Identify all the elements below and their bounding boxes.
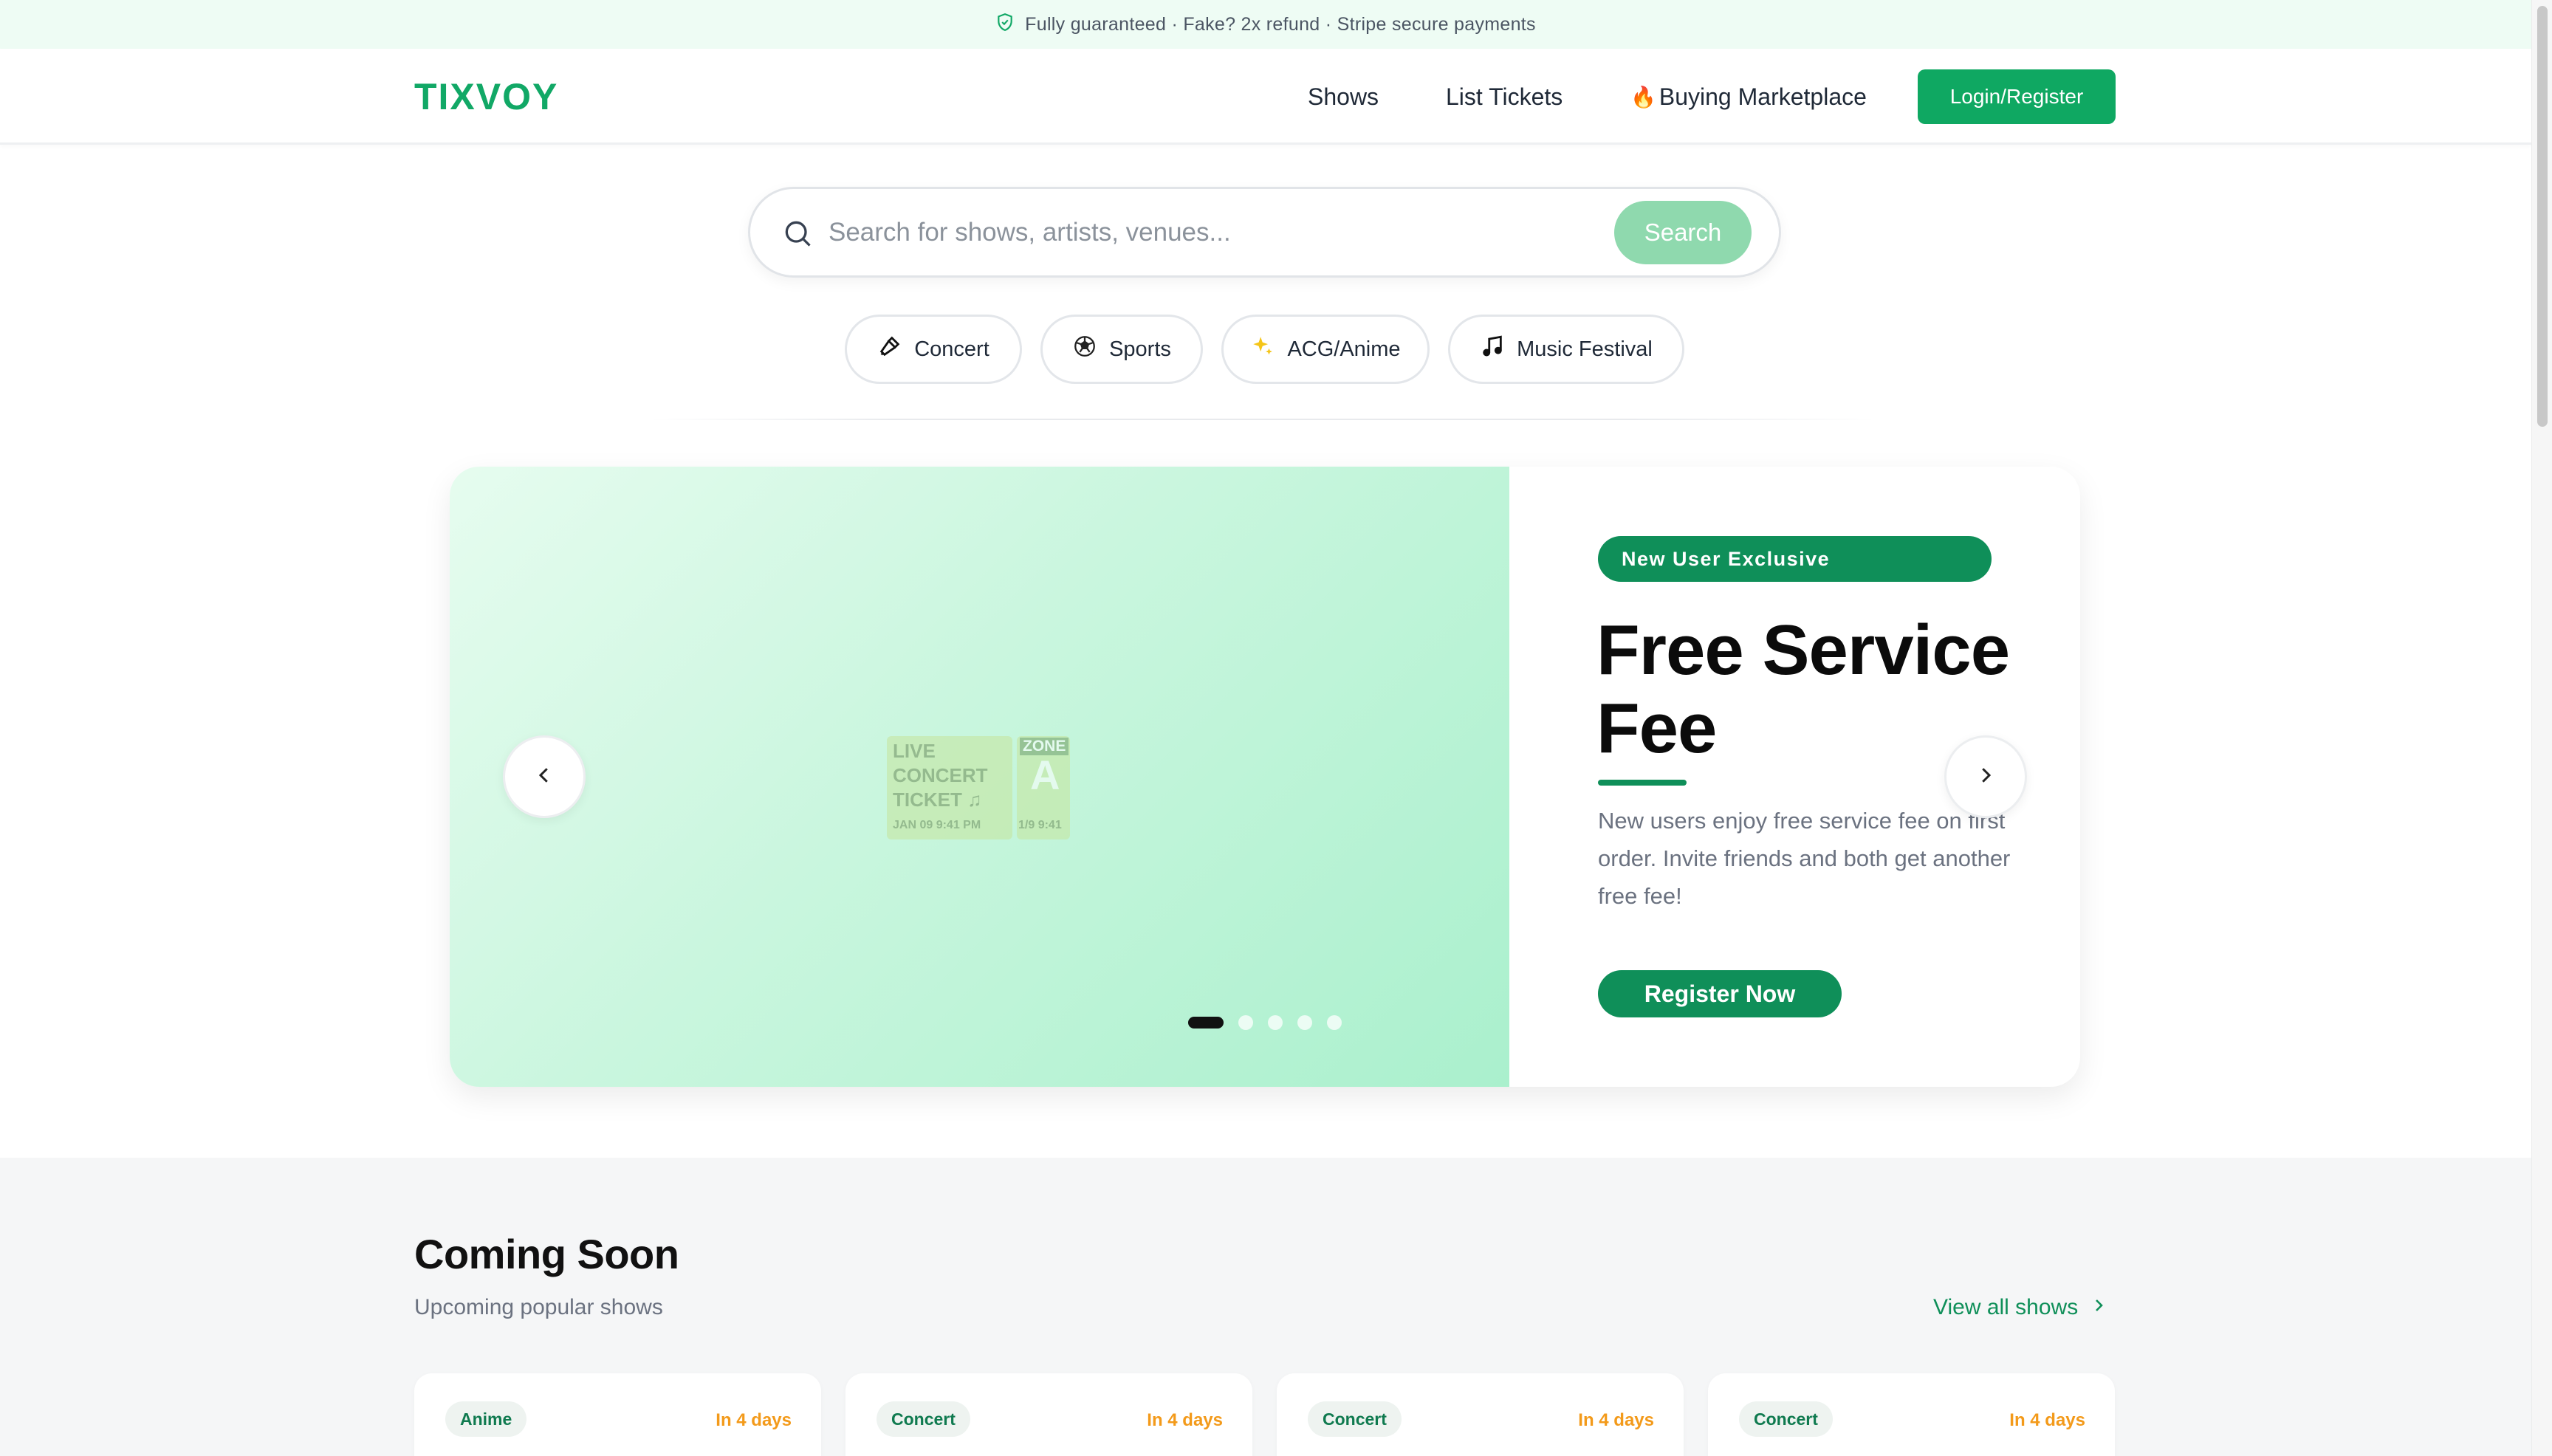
card-category-tag: Concert [877,1401,970,1437]
section-title: Coming Soon [414,1231,679,1277]
nav-shows[interactable]: Shows [1308,49,1379,145]
card-category-tag: Concert [1739,1401,1833,1437]
search-icon [781,217,814,250]
microphone-icon [877,334,902,365]
card-countdown: In 4 days [716,1410,792,1430]
site-header: TIXVOY Shows List Tickets 🔥 Buying Marke… [0,49,2531,145]
search-bar: Search [748,187,1781,278]
nav-buying-marketplace-label: Buying Marketplace [1659,83,1867,110]
view-all-label: View all shows [1933,1295,2079,1319]
login-register-button[interactable]: Login/Register [1918,69,2116,124]
chevron-right-icon [1975,764,1997,790]
view-all-shows-link[interactable]: View all shows [1933,1295,2107,1320]
show-card[interactable]: Anime In 4 days [414,1373,821,1456]
category-concert[interactable]: Concert [845,315,1022,384]
carousel-dot[interactable] [1188,1017,1224,1029]
logo[interactable]: TIXVOY [414,75,558,118]
hero-image: LIVE CONCERT TICKET ♫ JAN 09 9:41 PM ZON… [450,467,1509,1087]
card-category-tag: Concert [1308,1401,1402,1437]
category-acg-anime-label: ACG/Anime [1287,337,1401,361]
search-button[interactable]: Search [1614,201,1752,264]
carousel-dot[interactable] [1327,1015,1342,1030]
carousel-dot[interactable] [1268,1015,1283,1030]
coming-soon-section: Coming Soon Upcoming popular shows View … [0,1158,2531,1456]
card-countdown: In 4 days [1147,1410,1223,1430]
card-category-tag: Anime [445,1401,527,1437]
section-subtitle: Upcoming popular shows [414,1295,663,1319]
chevron-right-icon [2090,1295,2107,1320]
show-card[interactable]: Concert In 4 days [1708,1373,2115,1456]
guarantee-banner: Fully guaranteed · Fake? 2x refund · Str… [0,0,2531,49]
new-user-badge: New User Exclusive [1598,536,1992,582]
ticket-line-live: LIVE [893,740,936,762]
flame-icon: 🔥 [1630,85,1656,109]
shield-check-icon [995,13,1015,37]
category-sports-label: Sports [1109,337,1171,361]
nav-buying-marketplace[interactable]: 🔥 Buying Marketplace [1630,49,1867,145]
ticket-zone: A [1030,752,1060,798]
title-underline [1598,780,1687,786]
ticket-line-ticket: TICKET ♫ [893,789,982,811]
show-card[interactable]: Concert In 4 days [1277,1373,1684,1456]
carousel-dots [1188,1015,1342,1030]
carousel-prev-button[interactable] [503,735,586,818]
carousel-dot[interactable] [1297,1015,1312,1030]
category-music-festival[interactable]: Music Festival [1448,315,1684,384]
carousel-next-button[interactable] [1944,735,2027,818]
promo-description: New users enjoy free service fee on firs… [1598,808,2011,909]
show-card[interactable]: Concert In 4 days [845,1373,1252,1456]
scrollbar-thumb[interactable] [2537,6,2548,427]
card-countdown: In 4 days [2009,1410,2085,1430]
music-note-icon [1480,334,1505,365]
carousel-dot[interactable] [1238,1015,1253,1030]
category-music-festival-label: Music Festival [1517,337,1653,361]
category-acg-anime[interactable]: ACG/Anime [1221,315,1430,384]
ticket-date: JAN 09 9:41 PM [893,819,981,831]
chevron-left-icon [533,764,555,790]
section-divider [650,419,1876,420]
page-scrollbar[interactable] [2531,0,2552,1456]
nav-list-tickets[interactable]: List Tickets [1446,49,1563,145]
card-countdown: In 4 days [1578,1410,1654,1430]
ticket-stub-time: 1/9 9:41 [1018,819,1062,831]
soccer-ball-icon [1072,334,1097,365]
ticket-illustration: LIVE CONCERT TICKET ♫ JAN 09 9:41 PM ZON… [887,736,1070,839]
ticket-line-concert: CONCERT [893,764,988,786]
category-concert-label: Concert [914,337,989,361]
hero-carousel: LIVE CONCERT TICKET ♫ JAN 09 9:41 PM ZON… [450,467,2080,1087]
banner-text: Fully guaranteed · Fake? 2x refund · Str… [1025,13,1536,35]
sparkles-icon [1250,334,1275,365]
register-now-button[interactable]: Register Now [1598,970,1842,1017]
category-sports[interactable]: Sports [1040,315,1203,384]
search-input[interactable] [829,207,1567,258]
